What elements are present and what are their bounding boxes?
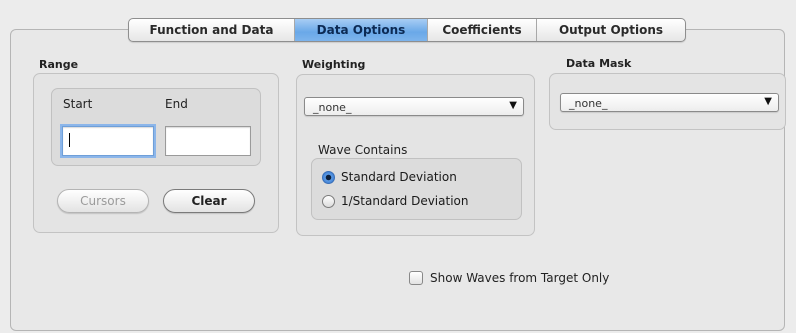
tab-output-options[interactable]: Output Options bbox=[537, 19, 685, 41]
radio-label: Standard Deviation bbox=[341, 170, 457, 184]
clear-button[interactable]: Clear bbox=[163, 189, 255, 213]
start-label: Start bbox=[63, 97, 93, 111]
end-label: End bbox=[165, 97, 188, 111]
cursors-button[interactable]: Cursors bbox=[57, 189, 149, 213]
tab-data-options[interactable]: Data Options bbox=[295, 19, 428, 41]
data-mask-popup[interactable]: _none_ ▼ bbox=[560, 93, 779, 112]
weighting-popup[interactable]: _none_ ▼ bbox=[304, 97, 524, 116]
weighting-popup-value: _none_ bbox=[313, 101, 352, 114]
show-waves-label: Show Waves from Target Only bbox=[430, 271, 610, 285]
tab-coefficients[interactable]: Coefficients bbox=[428, 19, 537, 41]
data-mask-title: Data Mask bbox=[566, 57, 632, 70]
end-field[interactable] bbox=[165, 126, 251, 156]
radio-standard-deviation[interactable]: Standard Deviation bbox=[322, 170, 457, 184]
triangle-down-icon: ▼ bbox=[509, 100, 517, 111]
radio-unselected-icon bbox=[322, 194, 335, 208]
wave-contains-title: Wave Contains bbox=[318, 143, 408, 157]
triangle-down-icon: ▼ bbox=[764, 96, 772, 107]
start-field[interactable] bbox=[62, 126, 154, 156]
range-title: Range bbox=[39, 58, 79, 71]
show-waves-checkbox[interactable] bbox=[409, 271, 423, 285]
tab-function-and-data[interactable]: Function and Data bbox=[129, 19, 295, 41]
show-waves-checkbox-row[interactable]: Show Waves from Target Only bbox=[409, 271, 609, 285]
radio-selected-icon bbox=[322, 170, 335, 184]
data-mask-popup-value: _none_ bbox=[569, 97, 608, 110]
weighting-title: Weighting bbox=[302, 58, 366, 71]
radio-label: 1/Standard Deviation bbox=[341, 194, 469, 208]
tab-bar: Function and Data Data Options Coefficie… bbox=[128, 18, 686, 42]
text-caret bbox=[69, 133, 70, 147]
wave-contains-group bbox=[311, 158, 522, 220]
radio-inverse-standard-deviation[interactable]: 1/Standard Deviation bbox=[322, 194, 468, 208]
